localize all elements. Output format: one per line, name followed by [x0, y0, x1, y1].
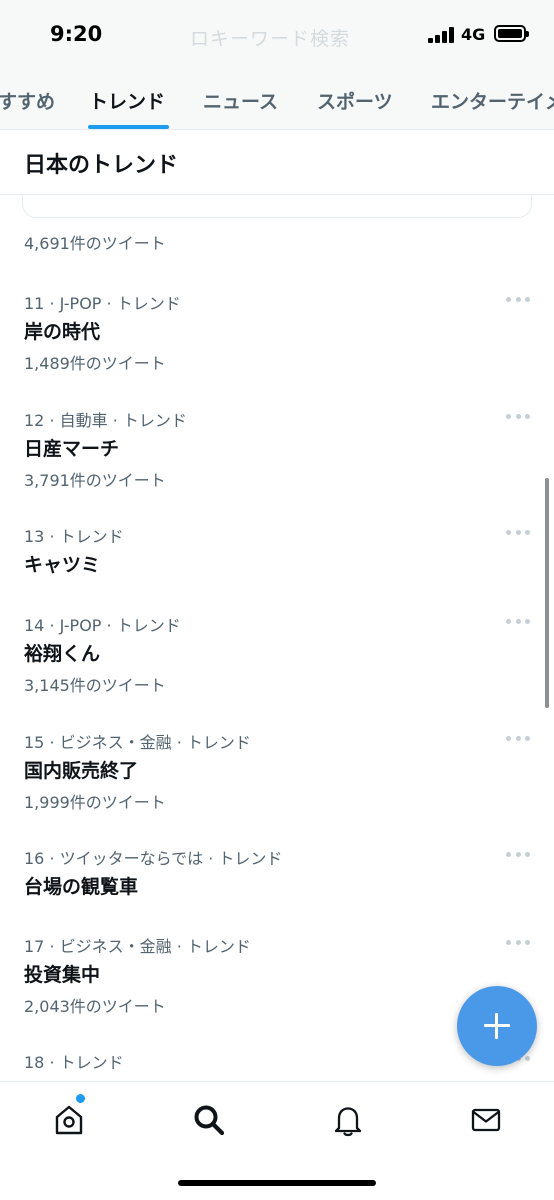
mail-icon[interactable] [468, 1102, 504, 1138]
search-ghost-text: ロキーワード検索 [190, 28, 351, 50]
home-indicator[interactable] [178, 1180, 376, 1186]
tab-trending[interactable]: トレンド [89, 87, 165, 114]
page-title: 日本のトレンド [24, 153, 179, 178]
trend-meta: 15 · ビジネス・金融 · トレンド [24, 733, 251, 752]
trend-name: 台場の観覧車 [24, 876, 139, 898]
trend-meta: 13 · トレンド [24, 527, 124, 546]
tab-entertainment[interactable]: エンターテイメ [431, 87, 554, 114]
trend-meta: 11 · J-POP · トレンド [24, 294, 181, 313]
more-icon[interactable] [506, 729, 530, 747]
trend-count: 2,043件のツイート [24, 997, 166, 1016]
more-icon[interactable] [506, 933, 530, 951]
status-time: 9:20 [50, 22, 103, 46]
tab-sports[interactable]: スポーツ [317, 87, 393, 114]
active-tab-indicator [88, 125, 169, 129]
more-icon[interactable] [506, 290, 530, 308]
signal-icon [428, 27, 456, 43]
trend-meta: 16 · ツイッターならでは · トレンド [24, 849, 283, 868]
network-label: 4G [461, 25, 486, 44]
trend-count: 3,791件のツイート [24, 471, 166, 490]
more-icon[interactable] [506, 612, 530, 630]
tab-news[interactable]: ニュース [203, 87, 278, 114]
trend-name: 国内販売終了 [24, 760, 139, 782]
trend-list[interactable]: · · · 4,691件のツイート 11 · J-POP · トレンド 岸の時代… [0, 195, 554, 1081]
trend-count: 1,489件のツイート [24, 354, 166, 373]
more-icon[interactable] [506, 407, 530, 425]
bell-icon[interactable] [330, 1102, 366, 1138]
section-header: 日本のトレンド [0, 131, 554, 195]
search-icon[interactable] [191, 1102, 227, 1138]
trend-name: 岸の時代 [24, 321, 101, 343]
home-icon[interactable] [51, 1102, 87, 1138]
trend-name: 日産マーチ [24, 438, 120, 460]
more-icon[interactable] [506, 523, 530, 541]
trend-count: 1,999件のツイート [24, 793, 166, 812]
partial-card[interactable]: · · · [22, 195, 532, 218]
trend-count: 4,691件のツイート [24, 234, 166, 253]
trend-name: キャツミ [24, 554, 101, 576]
battery-icon [494, 25, 529, 42]
trend-meta: 17 · ビジネス・金融 · トレンド [24, 937, 251, 956]
trend-meta: 12 · 自動車 · トレンド [24, 411, 187, 430]
trend-name: 投資集中 [24, 964, 101, 986]
explore-tabs: すすめ トレンド ニュース スポーツ エンターテイメ [0, 70, 554, 130]
notification-dot [76, 1094, 85, 1103]
more-icon[interactable] [506, 845, 530, 863]
trend-name: 裕翔くん [24, 643, 101, 665]
status-bar: 9:20 ロキーワード検索 4G [0, 0, 554, 70]
scrollbar[interactable] [545, 478, 549, 708]
trend-count: 3,145件のツイート [24, 676, 166, 695]
trend-meta: 14 · J-POP · トレンド [24, 616, 181, 635]
tab-recommended[interactable]: すすめ [0, 87, 55, 114]
compose-tweet-button[interactable] [457, 986, 537, 1066]
trend-meta: 18 · トレンド [24, 1053, 124, 1072]
